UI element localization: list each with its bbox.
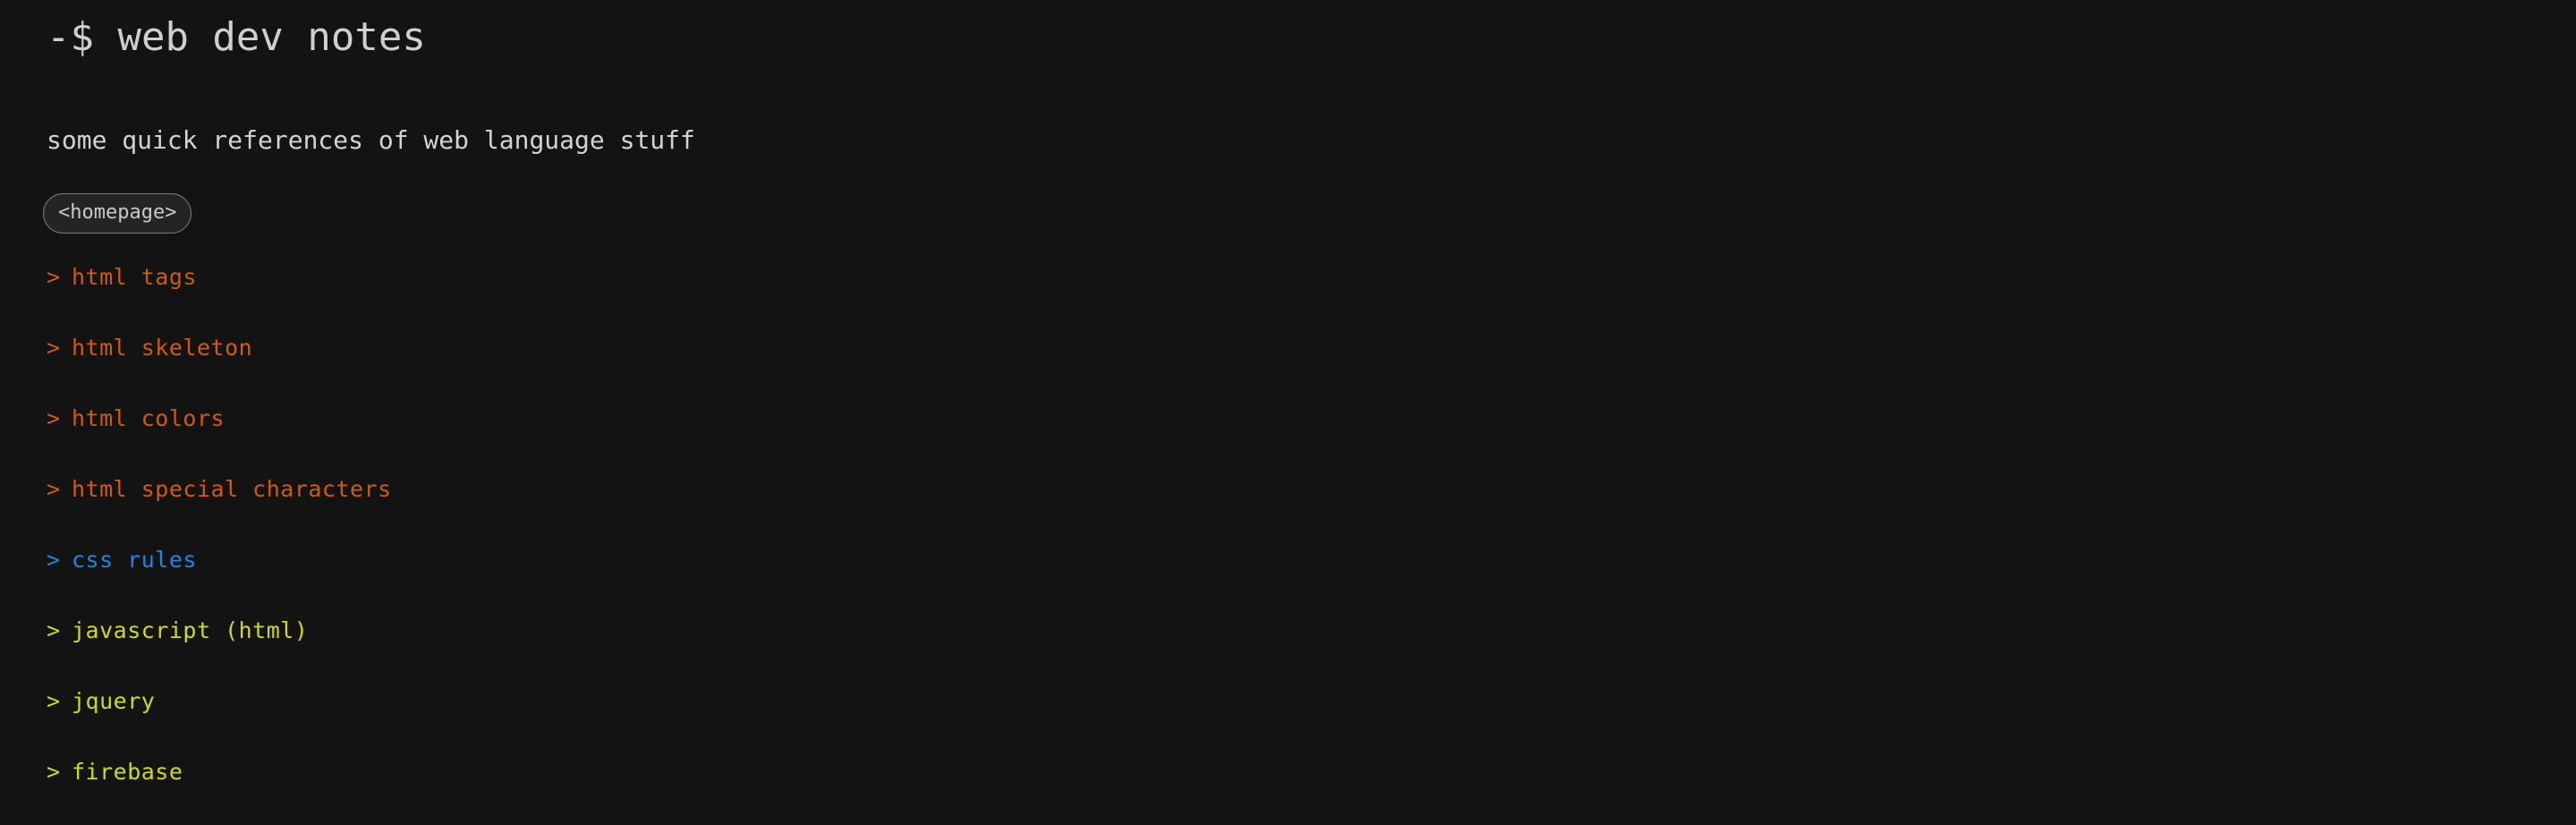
chevron-right-icon: >: [47, 264, 61, 290]
list-item: > css rules: [47, 542, 1299, 613]
reference-link[interactable]: > html special characters: [47, 472, 392, 507]
reference-link-label: css rules: [72, 547, 197, 573]
reference-link[interactable]: > javascript (html): [47, 613, 308, 649]
list-item: > html special characters: [47, 472, 1299, 542]
list-item: > html colors: [47, 401, 1299, 472]
reference-link[interactable]: > html tags: [47, 259, 197, 295]
page-subtitle: some quick references of web language st…: [47, 125, 695, 155]
chevron-right-icon: >: [47, 688, 61, 714]
chevron-right-icon: >: [47, 759, 61, 785]
chevron-right-icon: >: [47, 547, 61, 573]
chevron-right-icon: >: [47, 335, 61, 361]
list-item: > jquery: [47, 684, 1299, 754]
reference-link[interactable]: > html skeleton: [47, 330, 252, 366]
reference-link-label: javascript (html): [72, 617, 309, 643]
chevron-right-icon: >: [47, 617, 61, 643]
reference-link[interactable]: > firebase: [47, 754, 183, 790]
homepage-link[interactable]: <homepage>: [43, 193, 192, 234]
reference-link[interactable]: > css rules: [47, 542, 197, 578]
list-item: > html skeleton: [47, 330, 1299, 401]
chevron-right-icon: >: [47, 476, 61, 502]
homepage-nav: <homepage>: [43, 193, 192, 234]
list-item: > javascript (html): [47, 613, 1299, 684]
reference-link-label: firebase: [72, 759, 183, 785]
reference-link-label: html skeleton: [72, 335, 253, 361]
reference-link[interactable]: > jquery: [47, 684, 155, 719]
page-title: -$ web dev notes: [47, 14, 426, 60]
reference-link[interactable]: > html colors: [47, 401, 225, 437]
list-item: > firebase: [47, 754, 1299, 825]
chevron-right-icon: >: [47, 405, 61, 431]
reference-link-label: html special characters: [72, 476, 392, 502]
page-root: -$ web dev notes some quick references o…: [0, 0, 2576, 801]
reference-link-label: html tags: [72, 264, 197, 290]
reference-link-label: jquery: [72, 688, 156, 714]
list-item: > html tags: [47, 259, 1299, 330]
reference-link-list: > html tags > html skeleton > html colors > htm…: [47, 259, 1299, 825]
reference-link-label: html colors: [72, 405, 225, 431]
